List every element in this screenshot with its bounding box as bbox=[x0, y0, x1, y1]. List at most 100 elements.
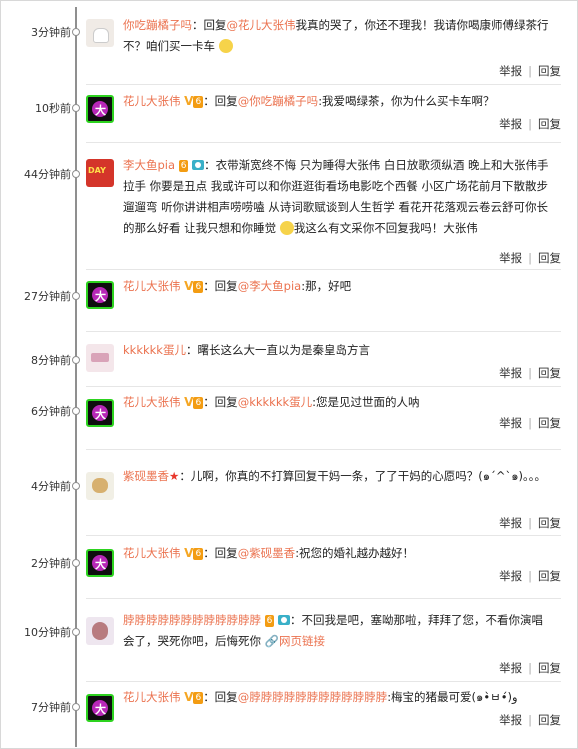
comment-time: 6分钟前 bbox=[31, 405, 71, 418]
reply-link[interactable]: 回复 bbox=[538, 516, 561, 530]
report-link[interactable]: 举报 bbox=[499, 516, 522, 530]
emoji-icon bbox=[279, 221, 294, 235]
verified-icon: V bbox=[184, 279, 194, 293]
mention-link[interactable]: @紫砚墨香 bbox=[238, 546, 296, 560]
comment-text: ：曙长这么大一直以为是秦皇岛方言 bbox=[185, 343, 370, 357]
comment-time: 10分钟前 bbox=[24, 626, 71, 639]
verified-icon: V bbox=[184, 395, 194, 409]
avatar[interactable] bbox=[86, 159, 114, 187]
comment-actions: 举报 | 回复 bbox=[499, 661, 561, 675]
report-link[interactable]: 举报 bbox=[499, 416, 522, 430]
comment-actions: 举报 | 回复 bbox=[499, 416, 561, 430]
comment-content: 你吃蹦橘子吗：回复@花儿大张伟我真的哭了，你还不理我！我请你喝康师傅绿茶行不？咱… bbox=[123, 18, 549, 53]
username-link[interactable]: 花儿大张伟 bbox=[123, 395, 181, 409]
divider bbox=[86, 386, 561, 387]
divider bbox=[86, 535, 561, 536]
timeline-dot bbox=[72, 28, 80, 36]
comment-actions: 举报 | 回复 bbox=[499, 366, 561, 380]
comment-time: 44分钟前 bbox=[24, 168, 71, 181]
username-link[interactable]: 花儿大张伟 bbox=[123, 690, 181, 704]
timeline-dot bbox=[72, 407, 80, 415]
avatar[interactable] bbox=[86, 19, 114, 47]
reply-link[interactable]: 回复 bbox=[538, 64, 561, 78]
username-link[interactable]: 紫砚墨香 bbox=[123, 469, 169, 483]
avatar[interactable] bbox=[86, 549, 114, 577]
web-link[interactable]: 🔗网页链接 bbox=[265, 634, 325, 648]
username-link[interactable]: 李大鱼pia bbox=[123, 158, 175, 172]
vip-icon: 6 bbox=[264, 615, 275, 627]
username-link[interactable]: 你吃蹦橘子吗 bbox=[123, 18, 192, 32]
username-link[interactable]: kkkkkk蛋儿 bbox=[123, 343, 186, 357]
reply-link[interactable]: 回复 bbox=[538, 713, 561, 727]
comment-text-continued: 我这么有文采你不回复我吗！大张伟 bbox=[293, 221, 478, 235]
username-link[interactable]: 花儿大张伟 bbox=[123, 546, 181, 560]
comment-content: 花儿大张伟 V 6 ：回复@你吃蹦橘子吗:我爱喝绿茶，你为什么买卡车啊？ bbox=[123, 94, 495, 108]
vip-icon: 6 bbox=[193, 397, 204, 409]
timeline-line bbox=[75, 7, 77, 747]
timeline-dot bbox=[72, 104, 80, 112]
comment-actions: 举报 | 回复 bbox=[499, 569, 561, 583]
comment-actions: 举报 | 回复 bbox=[499, 516, 561, 530]
report-link[interactable]: 举报 bbox=[499, 661, 522, 675]
camera-icon bbox=[192, 160, 205, 170]
comment-content: 李大鱼pia 6 ：衣带渐宽终不悔 只为睡得大张伟 白日放歌须纵酒 晚上和大张伟… bbox=[123, 155, 553, 239]
comment-actions: 举报 | 回复 bbox=[499, 64, 561, 78]
timeline-dot bbox=[72, 482, 80, 490]
mention-link[interactable]: @脖脖脖脖脖脖脖脖脖脖脖脖 bbox=[238, 690, 388, 704]
comment-text: :祝您的婚礼越办越好！ bbox=[295, 546, 415, 560]
comment-content: 脖脖脖脖脖脖脖脖脖脖脖脖 6 ：不回我是吧，塞呦那啦，拜拜了您，不看你演唱会了，… bbox=[123, 610, 553, 652]
vip-icon: 6 bbox=[193, 281, 204, 293]
username-link[interactable]: 花儿大张伟 bbox=[123, 94, 181, 108]
comment-content: 花儿大张伟 V 6 ：回复@脖脖脖脖脖脖脖脖脖脖脖脖:梅宝的猪最可爱(๑•̀ㅂ•́)… bbox=[123, 690, 518, 704]
comment-content: kkkkkk蛋儿：曙长这么大一直以为是秦皇岛方言 bbox=[123, 340, 553, 361]
comment-time: 2分钟前 bbox=[31, 557, 71, 570]
comment-timeline-page: 3分钟前 你吃蹦橘子吗：回复@花儿大张伟我真的哭了，你还不理我！我请你喝康师傅绿… bbox=[0, 0, 578, 749]
comment-actions: 举报 | 回复 bbox=[499, 117, 561, 131]
report-link[interactable]: 举报 bbox=[499, 117, 522, 131]
reply-link[interactable]: 回复 bbox=[538, 117, 561, 131]
mention-link[interactable]: @花儿大张伟 bbox=[227, 18, 296, 32]
report-link[interactable]: 举报 bbox=[499, 64, 522, 78]
mention-link[interactable]: @你吃蹦橘子吗 bbox=[238, 94, 319, 108]
camera-icon bbox=[278, 615, 291, 625]
reply-link[interactable]: 回复 bbox=[538, 661, 561, 675]
divider bbox=[86, 142, 561, 143]
reply-link[interactable]: 回复 bbox=[538, 251, 561, 265]
report-link[interactable]: 举报 bbox=[499, 366, 522, 380]
avatar[interactable] bbox=[86, 95, 114, 123]
avatar[interactable] bbox=[86, 344, 114, 372]
comment-actions: 举报 | 回复 bbox=[499, 251, 561, 265]
username-link[interactable]: 花儿大张伟 bbox=[123, 279, 181, 293]
report-link[interactable]: 举报 bbox=[499, 569, 522, 583]
avatar[interactable] bbox=[86, 694, 114, 722]
avatar[interactable] bbox=[86, 472, 114, 500]
reply-link[interactable]: 回复 bbox=[538, 416, 561, 430]
comment-content: 花儿大张伟 V 6 ：回复@紫砚墨香:祝您的婚礼越办越好！ bbox=[123, 546, 415, 560]
avatar[interactable] bbox=[86, 617, 114, 645]
comment-time: 27分钟前 bbox=[24, 290, 71, 303]
timeline-dot bbox=[72, 559, 80, 567]
vip-icon: 6 bbox=[193, 692, 204, 704]
divider bbox=[86, 331, 561, 332]
report-link[interactable]: 举报 bbox=[499, 713, 522, 727]
reply-link[interactable]: 回复 bbox=[538, 366, 561, 380]
reply-link[interactable]: 回复 bbox=[538, 569, 561, 583]
divider bbox=[86, 681, 561, 682]
timeline-dot bbox=[72, 356, 80, 364]
comment-text: :那，好吧 bbox=[301, 279, 352, 293]
avatar[interactable] bbox=[86, 399, 114, 427]
vip-icon: 6 bbox=[178, 160, 189, 172]
comment-time: 10秒前 bbox=[35, 102, 71, 115]
avatar[interactable] bbox=[86, 281, 114, 309]
mention-link[interactable]: @李大鱼pia bbox=[238, 279, 302, 293]
report-link[interactable]: 举报 bbox=[499, 251, 522, 265]
divider bbox=[86, 449, 561, 450]
timeline-dot bbox=[72, 170, 80, 178]
timeline-dot bbox=[72, 703, 80, 711]
comment-content: 紫砚墨香★：儿啊，你真的不打算回复干妈一条，了了干妈的心愿吗？(๑´^`๑)。。… bbox=[123, 466, 553, 487]
comment-text: ：儿啊，你真的不打算回复干妈一条，了了干妈的心愿吗？(๑´^`๑)。。。 bbox=[179, 469, 547, 483]
comment-text: :我爱喝绿茶，你为什么买卡车啊？ bbox=[318, 94, 495, 108]
mention-link[interactable]: @kkkkkk蛋儿 bbox=[238, 395, 312, 409]
username-link[interactable]: 脖脖脖脖脖脖脖脖脖脖脖脖 bbox=[123, 613, 261, 627]
verified-icon: V bbox=[184, 94, 194, 108]
